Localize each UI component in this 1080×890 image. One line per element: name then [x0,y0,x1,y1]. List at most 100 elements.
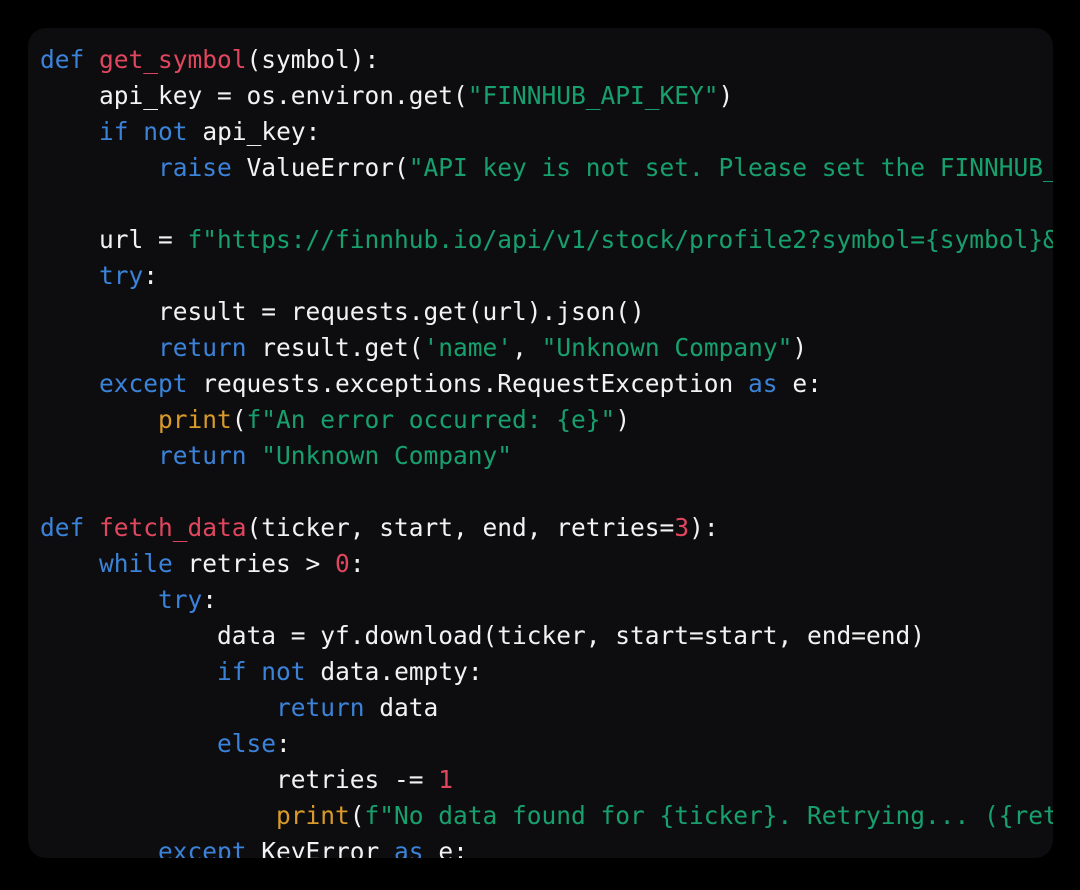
code-token: result.get( [246,333,424,362]
code-line: raise ValueError("API key is not set. Pl… [40,150,1053,186]
code-token: (symbol): [246,45,380,74]
code-token: ): [689,513,719,542]
code-token: print [276,801,350,830]
code-token: ValueError( [231,153,409,182]
code-token: return [158,441,247,470]
code-token: retries > [172,549,336,578]
code-scroll-area[interactable]: def get_symbol(symbol): api_key = os.env… [28,28,1053,858]
code-line: retries -= 1 [40,762,1053,798]
code-token: 3 [674,513,690,542]
code-token: data.empty: [305,657,483,686]
code-token: as [748,369,778,398]
code-token: except [158,837,247,858]
code-token: "API key is not set. Please set the FINN… [408,153,1053,182]
code-token: requests.exceptions.RequestException [187,369,749,398]
code-line: print(f"An error occurred: {e}") [40,402,1053,438]
code-line: except requests.exceptions.RequestExcept… [40,366,1053,402]
code-line: else: [40,726,1053,762]
code-token: "Unknown Company" [541,333,793,362]
code-token: return [276,693,365,722]
code-line: return "Unknown Company" [40,438,1053,474]
code-token: e: [777,369,822,398]
code-token: print [158,405,232,434]
code-line: print(f"No data found for {ticker}. Retr… [40,798,1053,834]
code-token: get_symbol [99,45,247,74]
code-token: : [349,549,365,578]
code-token: raise [158,153,232,182]
code-token: ) [792,333,808,362]
code-line: return result.get('name', "Unknown Compa… [40,330,1053,366]
code-token: return [158,333,247,362]
code-line: data = yf.download(ticker, start=start, … [40,618,1053,654]
code-token: : [143,261,159,290]
code-token: ) [615,405,631,434]
code-token: f"No data found for {ticker}. Retrying..… [364,801,1053,830]
code-token: ( [231,405,247,434]
code-token: ( [349,801,365,830]
code-line: except KeyError as e: [40,834,1053,858]
code-token: as [394,837,424,858]
code-token: KeyError [246,837,395,858]
code-token: api_key = os.environ.get( [40,81,468,110]
code-token: else [217,729,277,758]
code-token: : [276,729,291,758]
code-line: try: [40,258,1053,294]
code-token: fetch_data [99,513,247,542]
code-token: def [40,513,85,542]
code-line: api_key = os.environ.get("FINNHUB_API_KE… [40,78,1053,114]
code-line: return data [40,690,1053,726]
code-token: def [40,45,85,74]
code-token: 1 [438,765,454,794]
code-line: try: [40,582,1053,618]
code-line: while retries > 0: [40,546,1053,582]
code-line: if not data.empty: [40,654,1053,690]
code-token: ) [718,81,734,110]
code-token: data = yf.download(ticker, start=start, … [40,621,926,650]
code-token: (ticker, start, end, retries= [246,513,675,542]
code-token: "FINNHUB_API_KEY" [467,81,719,110]
code-token: 'name' [423,333,513,362]
code-token: f"https://finnhub.io/api/v1/stock/profil… [187,225,1053,254]
code-token: not [261,657,306,686]
code-token: while [99,549,173,578]
code-token: try [158,585,203,614]
code-token: retries -= [40,765,439,794]
python-code-block: def get_symbol(symbol): api_key = os.env… [28,28,1053,858]
code-token: 0 [335,549,350,578]
code-line: url = f"https://finnhub.io/api/v1/stock/… [40,222,1053,258]
code-card: def get_symbol(symbol): api_key = os.env… [28,28,1053,858]
code-token: f"An error occurred: {e}" [246,405,616,434]
code-token: , [512,333,542,362]
code-token: url = [40,225,188,254]
code-token: "Unknown Company" [261,441,513,470]
code-token: result = requests.get(url).json() [40,297,645,326]
code-token: if [99,117,129,146]
code-token: except [99,369,188,398]
code-token: e: [423,837,468,858]
code-token: data [364,693,439,722]
code-token: try [99,261,144,290]
code-token: : [202,585,218,614]
code-token: not [143,117,188,146]
code-token: if [217,657,247,686]
